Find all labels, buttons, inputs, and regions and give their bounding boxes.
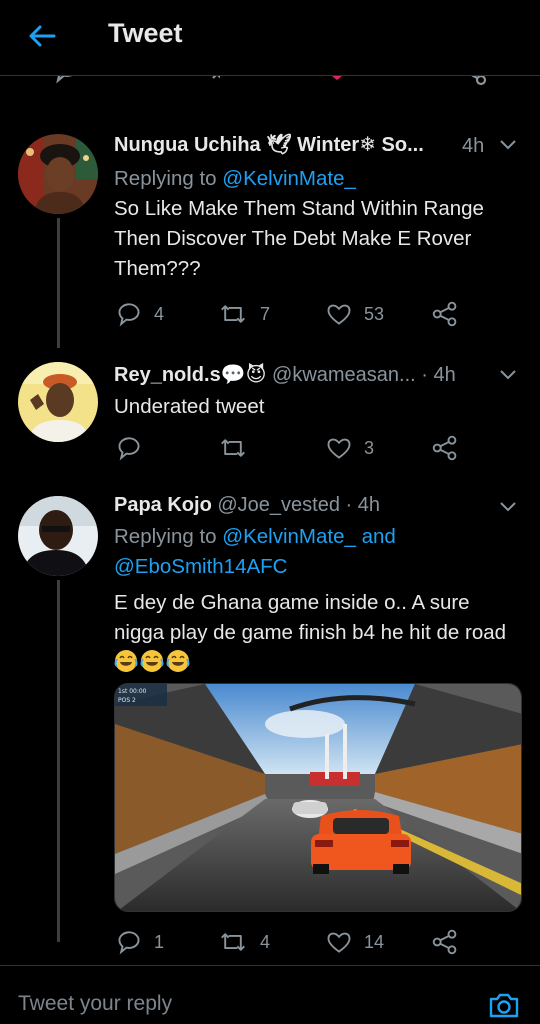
retweet-button[interactable]: 4	[218, 928, 270, 956]
like-count: 3	[364, 437, 375, 458]
chevron-down-icon[interactable]	[498, 496, 518, 516]
tweet-media-image[interactable]: 1st 00:00 POS 2	[114, 683, 522, 912]
reply-count: 4	[154, 303, 165, 324]
replying-to: Replying to @KelvinMate_	[114, 167, 356, 190]
like-count: 14	[364, 931, 385, 952]
reply-icon	[118, 303, 140, 327]
display-name[interactable]: Rey_nold.s💬😈	[114, 364, 266, 386]
share-button[interactable]	[432, 928, 458, 956]
reply-count: 1	[154, 931, 165, 952]
game-hud-line: POS 2	[118, 697, 136, 704]
crying-laughing-emoji-icon	[140, 650, 164, 672]
retweet-count: 7	[260, 303, 271, 324]
tweet-time: · 4h	[345, 494, 380, 516]
reply-composer[interactable]: Tweet your reply	[0, 965, 540, 1024]
game-hud-line: 1st 00:00	[118, 688, 147, 695]
reply-button[interactable]: 4	[116, 300, 164, 328]
heart-icon	[327, 932, 351, 953]
retweet-count: 4	[260, 931, 271, 952]
mention-link[interactable]: @KelvinMate_	[222, 167, 356, 190]
avatar[interactable]	[18, 134, 98, 214]
display-name[interactable]: Nungua Uchiha 🕊 Winter❄ So...	[114, 134, 424, 156]
reply-button[interactable]: 1	[116, 928, 164, 956]
like-button[interactable]: 14	[326, 928, 384, 956]
tweet-text: Underated tweet	[114, 395, 265, 418]
mention-link[interactable]: @EboSmith14AFC	[114, 552, 522, 582]
page-title: Tweet	[108, 18, 183, 48]
retweet-icon	[221, 439, 245, 457]
share-icon	[432, 929, 457, 955]
tweet-header: Papa Kojo @Joe_vested · 4h	[114, 492, 522, 520]
reply-input[interactable]: Tweet your reply	[18, 992, 172, 1016]
retweet-icon	[221, 305, 245, 323]
top-app-bar: Tweet	[0, 0, 540, 76]
like-count: 53	[364, 303, 385, 324]
share-button[interactable]	[432, 300, 458, 328]
camera-icon[interactable]	[488, 990, 520, 1020]
heart-icon	[327, 304, 351, 325]
mention-link[interactable]: @KelvinMate_ and	[222, 525, 396, 548]
reply-icon	[118, 931, 140, 955]
crying-laughing-emoji-icon	[166, 650, 190, 672]
tweet-actions: 1 4 14	[114, 928, 474, 956]
handle[interactable]: @kwameasan...	[272, 364, 416, 386]
retweet-icon	[221, 933, 245, 951]
share-icon	[432, 301, 457, 327]
tweet-time: · 4h	[421, 364, 456, 386]
retweet-button[interactable]	[218, 434, 260, 462]
avatar[interactable]	[18, 362, 98, 442]
back-arrow-icon[interactable]	[26, 20, 58, 52]
tweet-text: So Like Make Them Stand Within Range The…	[114, 197, 484, 280]
share-icon	[432, 435, 457, 461]
display-name[interactable]: Papa Kojo	[114, 494, 212, 516]
tweet-time: 4h	[462, 135, 485, 157]
handle[interactable]: @Joe_vested	[217, 494, 340, 516]
racing-game-screenshot: 1st 00:00 POS 2	[115, 684, 521, 911]
chevron-down-icon[interactable]	[498, 364, 518, 384]
thread-line	[57, 218, 60, 348]
tweet-actions: 3	[114, 434, 474, 462]
avatar[interactable]	[18, 496, 98, 576]
heart-icon	[327, 438, 351, 459]
crying-laughing-emoji-icon	[114, 650, 138, 672]
reply-button[interactable]	[116, 434, 154, 462]
like-button[interactable]: 53	[326, 300, 384, 328]
reply-icon	[118, 437, 140, 461]
thread-line	[57, 580, 60, 942]
tweet-actions: 4 7 53	[114, 300, 474, 328]
chevron-down-icon[interactable]	[498, 134, 518, 154]
replying-to: Replying to @KelvinMate_ and	[114, 525, 396, 548]
tweet-header: Rey_nold.s💬😈 @kwameasan... · 4h	[114, 362, 522, 390]
tweet-text: E dey de Ghana game inside o.. A sure ni…	[114, 588, 522, 678]
share-button[interactable]	[432, 434, 458, 462]
like-button[interactable]: 3	[326, 434, 374, 462]
retweet-button[interactable]: 7	[218, 300, 270, 328]
